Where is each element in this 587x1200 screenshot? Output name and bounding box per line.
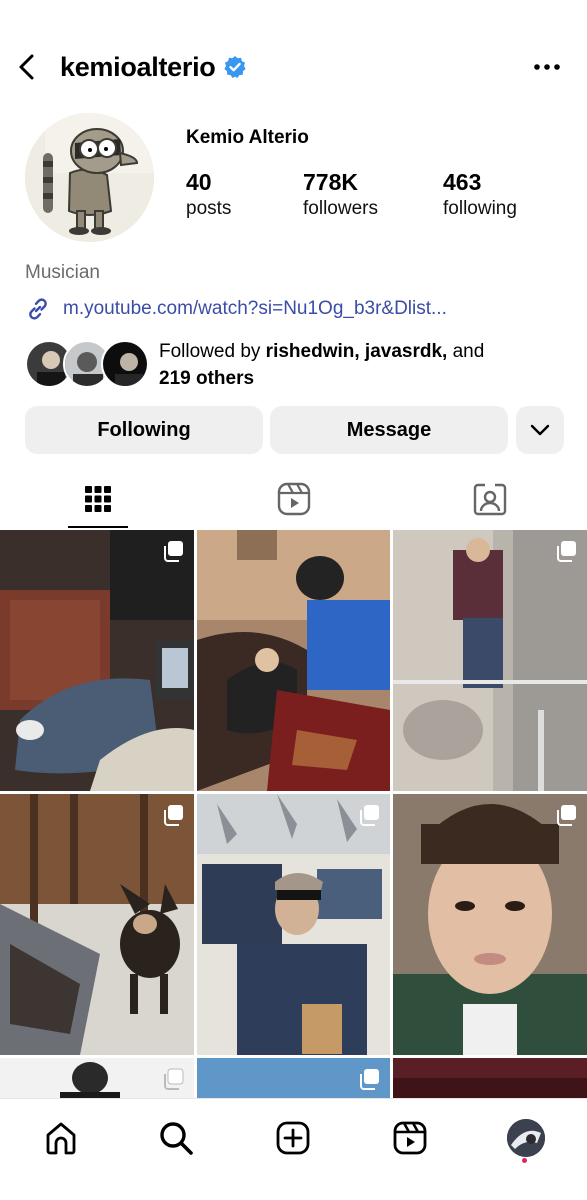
chevron-left-icon: [19, 54, 34, 80]
nav-create[interactable]: [270, 1115, 316, 1161]
followed-by-others: 219 others: [159, 368, 255, 389]
create-icon: [276, 1121, 310, 1155]
followed-by-names: rishedwin, javasrdk,: [265, 341, 448, 362]
follower-avatars: [25, 340, 150, 390]
stat-label: followers: [303, 198, 378, 219]
multiple-posts-icon: [557, 541, 576, 562]
follower-avatar: [101, 340, 149, 388]
post-thumbnail[interactable]: [197, 530, 390, 791]
profile-avatar: [507, 1119, 545, 1157]
post-thumbnail[interactable]: [197, 1058, 390, 1100]
post-thumbnail[interactable]: [393, 530, 587, 791]
avatar-illustration: [25, 113, 154, 242]
post-thumbnail[interactable]: [197, 794, 390, 1055]
username-row: kemioalterio: [60, 50, 247, 84]
post-thumbnail[interactable]: [0, 794, 194, 1055]
profile-tabs: [0, 470, 587, 528]
following-button[interactable]: Following: [25, 406, 263, 454]
notification-dot: [522, 1158, 527, 1163]
followed-by-and: and: [452, 341, 485, 362]
suggestions-dropdown-button[interactable]: [516, 406, 564, 454]
nav-search[interactable]: [153, 1115, 199, 1161]
post-thumbnail[interactable]: [393, 1058, 587, 1100]
reels-icon: [277, 482, 311, 516]
posts-grid: [0, 530, 587, 1100]
profile-category: Musician: [25, 262, 100, 283]
multiple-posts-icon: [164, 1068, 184, 1090]
grid-icon: [85, 486, 111, 512]
stat-followers[interactable]: 778K followers: [303, 168, 378, 222]
followed-by-text: Followed by rishedwin, javasrdk, and 219…: [159, 338, 559, 392]
followed-by-prefix: Followed by: [159, 341, 261, 362]
display-name: Kemio Alterio: [186, 127, 309, 148]
bio-link[interactable]: m.youtube.com/watch?si=Nu1Og_b3r&Dlist..…: [25, 296, 447, 322]
tab-tagged[interactable]: [392, 470, 587, 528]
back-button[interactable]: [10, 50, 44, 84]
chevron-down-icon: [530, 424, 550, 436]
followed-by-row[interactable]: Followed by rishedwin, javasrdk, and 219…: [25, 338, 570, 394]
tagged-icon: [473, 483, 507, 516]
nav-home[interactable]: [38, 1115, 84, 1161]
nav-profile[interactable]: [503, 1115, 549, 1161]
tab-reels[interactable]: [196, 470, 392, 528]
tab-posts-grid[interactable]: [0, 470, 196, 528]
link-url: m.youtube.com/watch?si=Nu1Og_b3r&Dlist..…: [63, 298, 447, 319]
stat-posts[interactable]: 40 posts: [186, 168, 231, 222]
stat-label: posts: [186, 198, 232, 219]
stat-following[interactable]: 463 following: [443, 168, 517, 222]
stat-value: 463: [443, 169, 482, 195]
profile-header: kemioalterio: [0, 40, 587, 94]
stat-value: 778K: [303, 169, 358, 195]
nav-reels[interactable]: [387, 1115, 433, 1161]
verified-badge-icon: [224, 56, 247, 78]
stat-label: following: [443, 198, 517, 219]
search-icon: [160, 1122, 193, 1155]
active-tab-indicator: [68, 526, 128, 528]
home-icon: [46, 1122, 76, 1155]
multiple-posts-icon: [360, 1069, 379, 1090]
multiple-posts-icon: [360, 805, 379, 826]
link-icon: [29, 298, 47, 320]
bottom-navigation: [0, 1098, 587, 1200]
message-button[interactable]: Message: [270, 406, 508, 454]
post-thumbnail[interactable]: [0, 530, 194, 791]
profile-avatar[interactable]: [25, 113, 154, 242]
username: kemioalterio: [60, 51, 216, 82]
more-options-button[interactable]: [531, 50, 563, 84]
reels-icon: [393, 1121, 427, 1155]
multiple-posts-icon: [557, 805, 576, 826]
multiple-posts-icon: [164, 541, 183, 562]
post-thumbnail[interactable]: [0, 1058, 194, 1100]
more-dots-icon: [534, 64, 560, 70]
post-thumbnail[interactable]: [393, 794, 587, 1055]
profile-actions: Following Message: [25, 406, 565, 454]
stat-value: 40: [186, 169, 212, 195]
multiple-posts-icon: [164, 805, 183, 826]
